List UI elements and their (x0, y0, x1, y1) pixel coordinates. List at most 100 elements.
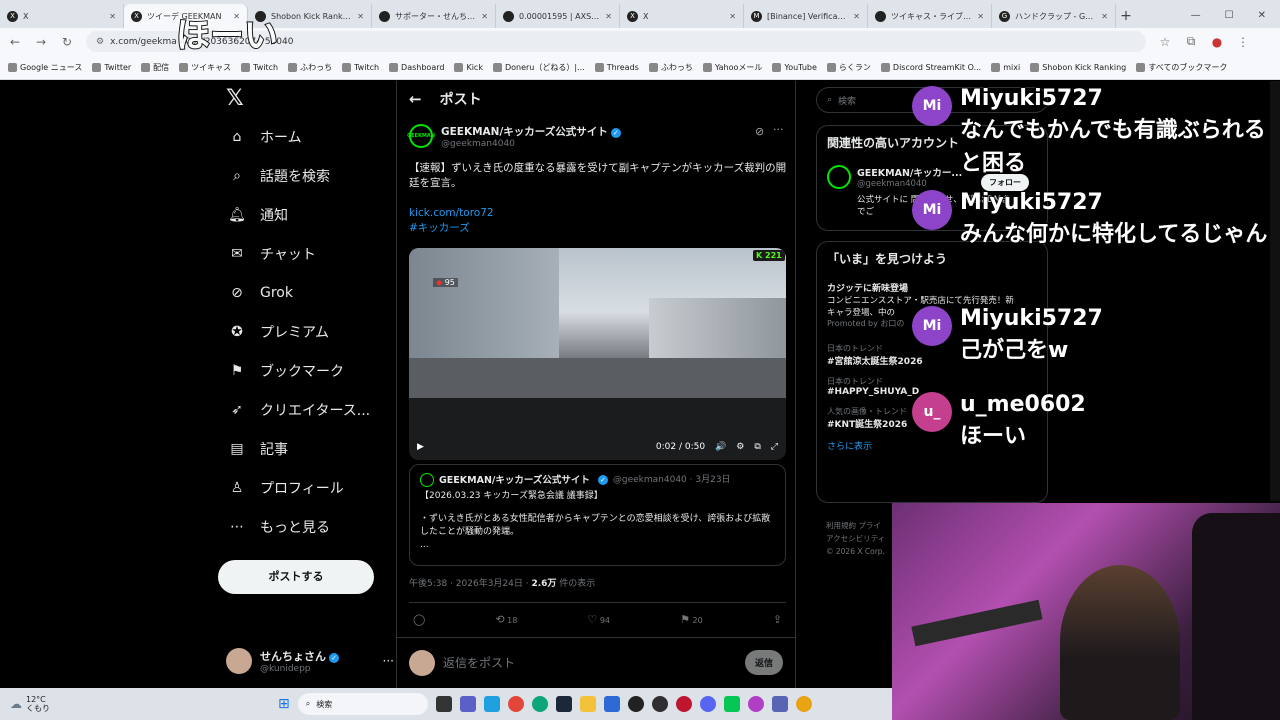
app-icon[interactable] (747, 696, 764, 712)
star-icon[interactable]: ☆ (1158, 35, 1172, 49)
reply-button[interactable]: 返信 (744, 650, 783, 675)
bookmark-item[interactable]: Twitter (92, 62, 131, 72)
volume-icon[interactable]: 🔊 (715, 442, 726, 452)
menu-icon[interactable]: ⋮ (1236, 35, 1250, 49)
task-view-icon[interactable] (435, 696, 452, 712)
bookmark-item[interactable]: Kick (454, 62, 483, 72)
quoted-post[interactable]: GEEKMAN/キッカーズ公式サイト ✓ @geekman4040 · 3月23… (409, 464, 786, 566)
bookmark-item[interactable]: Google ニュース (8, 62, 82, 73)
bookmark-item[interactable]: Yahooメール (702, 62, 762, 73)
nav-item-6[interactable]: ⚑ ブックマーク (218, 351, 394, 390)
bookmark-item[interactable]: Threads (594, 62, 639, 72)
share-icon[interactable]: ⇪ (773, 613, 782, 626)
post-button[interactable]: ポストする (218, 560, 374, 594)
footer-links[interactable]: 利用規約 プライ アクセシビリティ © 2026 X Corp. (826, 519, 890, 558)
tab-close-icon[interactable]: ✕ (853, 12, 860, 21)
tab-8[interactable]: G ハンドクラップ - Google ✕ (992, 4, 1116, 28)
bookmark-item[interactable]: らくラン (826, 62, 871, 73)
tab-4[interactable]: 0.00001595 | AXS BTC ✕ (496, 4, 620, 28)
x-logo-icon[interactable]: 𝕏 (218, 81, 394, 117)
bookmark-item[interactable]: ツイキャス (179, 62, 231, 73)
extensions-icon[interactable]: ⧉ (1184, 34, 1198, 49)
settings-icon[interactable]: ⚙ (736, 442, 744, 452)
steam-icon[interactable] (555, 696, 572, 712)
author-name[interactable]: GEEKMAN/キッカーズ公式サイト (441, 126, 608, 138)
nav-item-9[interactable]: ♙ プロフィール (218, 468, 394, 507)
bookmark-item[interactable]: 配信 (141, 62, 169, 73)
app-icon[interactable] (771, 696, 788, 712)
nav-item-8[interactable]: ▤ 記事 (218, 429, 394, 468)
copilot-icon[interactable] (483, 696, 500, 712)
nav-item-10[interactable]: ⋯ もっと見る (218, 507, 394, 546)
profile-avatar-icon[interactable]: ● (1210, 35, 1224, 49)
bookmark-item[interactable]: Twitch (241, 62, 278, 72)
tab-close-icon[interactable]: ✕ (1101, 12, 1108, 21)
tab-close-icon[interactable]: ✕ (109, 12, 116, 21)
tab-3[interactable]: サポーター・せんちょさん ✕ (372, 4, 496, 28)
post-timestamp[interactable]: 午後5:38 · 2026年3月24日 · (409, 579, 531, 589)
fullscreen-icon[interactable]: ⤢ (771, 442, 778, 452)
nav-item-2[interactable]: 🔔︎ 通知 (218, 195, 394, 234)
bookmark-item[interactable]: ふわっち (288, 62, 332, 73)
repost-action[interactable]: ⟲ 18 (495, 613, 517, 626)
bookmark-item[interactable]: Twitch (342, 62, 379, 72)
taskbar-search[interactable]: ⌕ 検索 (297, 693, 428, 715)
tab-close-icon[interactable]: ✕ (729, 12, 736, 21)
folder-icon[interactable] (579, 696, 596, 712)
tab-close-icon[interactable]: ✕ (977, 12, 984, 21)
page-scrollbar[interactable] (1270, 81, 1280, 501)
new-tab-button[interactable]: + (1116, 4, 1136, 28)
obs-icon[interactable] (651, 696, 668, 712)
post-video[interactable]: K 221 ◆ 95 ▶ 0:02 / 0:50 🔊 ⚙ ⧉ ⤢ (409, 248, 786, 460)
post-link[interactable]: kick.com/toro72 (409, 206, 789, 221)
bookmark-item[interactable]: YouTube (772, 62, 817, 72)
chrome-icon[interactable] (507, 696, 524, 712)
reply-input[interactable]: 返信をポスト (443, 654, 737, 671)
app-icon[interactable] (795, 696, 812, 712)
tab-close-icon[interactable]: ✕ (481, 12, 488, 21)
back-icon[interactable]: ← (8, 35, 22, 49)
maximize-button[interactable]: ☐ (1225, 4, 1234, 28)
bookmark-item[interactable]: Discord StreamKit O... (880, 62, 981, 72)
edge-icon[interactable] (531, 696, 548, 712)
tab-7[interactable]: ツイキャス・ライブでつな ✕ (868, 4, 992, 28)
tab-5[interactable]: X X ✕ (620, 4, 744, 28)
discord-icon[interactable] (699, 696, 716, 712)
post-hashtag[interactable]: #キッカーズ (409, 221, 789, 236)
bookmark-action[interactable]: ⚑ 20 (680, 613, 703, 626)
tab-6[interactable]: M [Binance] Verification ✕ (744, 4, 868, 28)
bookmark-item[interactable]: ふわっち (648, 62, 693, 73)
forward-icon[interactable]: → (34, 35, 48, 49)
store-icon[interactable] (603, 696, 620, 712)
bookmark-item[interactable]: Doneru（どねる）|... (492, 62, 585, 73)
more-dots-icon[interactable]: ··· (383, 654, 394, 668)
tab-0[interactable]: X X ✕ (0, 4, 124, 28)
app-icon[interactable] (627, 696, 644, 712)
reply-action[interactable]: ◯ (413, 613, 425, 626)
like-action[interactable]: ♡ 94 (587, 613, 610, 626)
miniplayer-icon[interactable]: ⧉ (754, 442, 760, 452)
post-menu-icon[interactable]: ··· (773, 123, 784, 136)
bookmark-item[interactable]: mixi (991, 62, 1020, 72)
bookmark-item[interactable]: すべてのブックマーク (1136, 62, 1227, 73)
bookmark-item[interactable]: Shobon Kick Ranking (1030, 62, 1126, 72)
line-icon[interactable] (723, 696, 740, 712)
grok-icon[interactable]: ⊘ (755, 125, 764, 138)
bookmark-item[interactable]: Dashboard (389, 62, 444, 72)
teams-icon[interactable] (459, 696, 476, 712)
nav-item-7[interactable]: ➶ クリエイタース... (218, 390, 394, 429)
tab-close-icon[interactable]: ✕ (605, 12, 612, 21)
start-icon[interactable]: ⊞ (278, 696, 290, 712)
minimize-button[interactable]: — (1191, 4, 1201, 28)
site-info-icon[interactable]: ⚙ (96, 37, 104, 47)
author-avatar[interactable]: GEEKMAN (407, 124, 435, 148)
close-window-button[interactable]: ✕ (1258, 4, 1266, 28)
nav-item-0[interactable]: ⌂ ホーム (218, 117, 394, 156)
back-arrow-icon[interactable]: ← (409, 90, 422, 108)
nav-item-1[interactable]: ⌕ 話題を検索 (218, 156, 394, 195)
nav-item-5[interactable]: ✪ プレミアム (218, 312, 394, 351)
tab-close-icon[interactable]: ✕ (357, 12, 364, 21)
account-switcher[interactable]: せんちょさん ✓ @kunidepp ··· (226, 643, 394, 679)
weather-widget[interactable]: ☁ 12°C くもり (10, 695, 270, 713)
related-avatar[interactable] (827, 165, 851, 189)
